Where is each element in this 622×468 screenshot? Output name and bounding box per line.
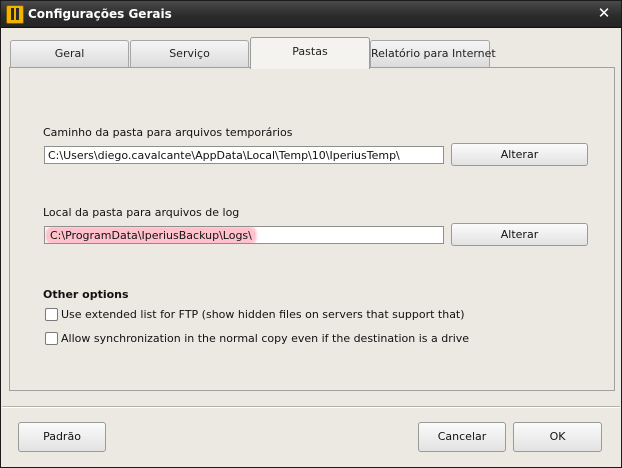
settings-dialog: Configurações Gerais ✕ Geral Serviço Pas… (0, 0, 622, 468)
title-bar[interactable]: Configurações Gerais ✕ (1, 1, 621, 28)
temp-folder-input[interactable]: C:\Users\diego.cavalcante\AppData\Local\… (44, 146, 444, 164)
tab-relatorio-internet[interactable]: Relatório para Internet (370, 40, 496, 67)
temp-folder-change-button[interactable]: Alterar (451, 143, 588, 166)
ok-button[interactable]: OK (513, 422, 602, 452)
cancel-button[interactable]: Cancelar (418, 422, 506, 452)
window-title: Configurações Gerais (28, 7, 172, 21)
tab-pastas[interactable]: Pastas (250, 37, 370, 69)
app-icon (6, 5, 24, 24)
extended-ftp-list-checkbox[interactable] (45, 308, 58, 321)
other-options-heading: Other options (43, 288, 129, 301)
footer-separator (2, 406, 620, 408)
tab-servico[interactable]: Serviço (130, 40, 249, 67)
extended-ftp-list-label[interactable]: Use extended list for FTP (show hidden f… (61, 308, 465, 321)
log-folder-input[interactable]: C:\ProgramData\IperiusBackup\Logs\ (44, 226, 444, 244)
allow-sync-drive-label[interactable]: Allow synchronization in the normal copy… (61, 332, 469, 345)
allow-sync-drive-checkbox[interactable] (45, 332, 58, 345)
default-button[interactable]: Padrão (18, 422, 106, 452)
log-folder-change-button[interactable]: Alterar (451, 223, 588, 246)
log-folder-value: C:\ProgramData\IperiusBackup\Logs\ (48, 229, 254, 242)
close-icon[interactable]: ✕ (595, 4, 613, 22)
temp-folder-label: Caminho da pasta para arquivos temporári… (43, 126, 293, 139)
tab-panel-pastas: Caminho da pasta para arquivos temporári… (9, 67, 615, 391)
tab-geral[interactable]: Geral (10, 40, 129, 67)
log-folder-label: Local da pasta para arquivos de log (43, 206, 240, 219)
